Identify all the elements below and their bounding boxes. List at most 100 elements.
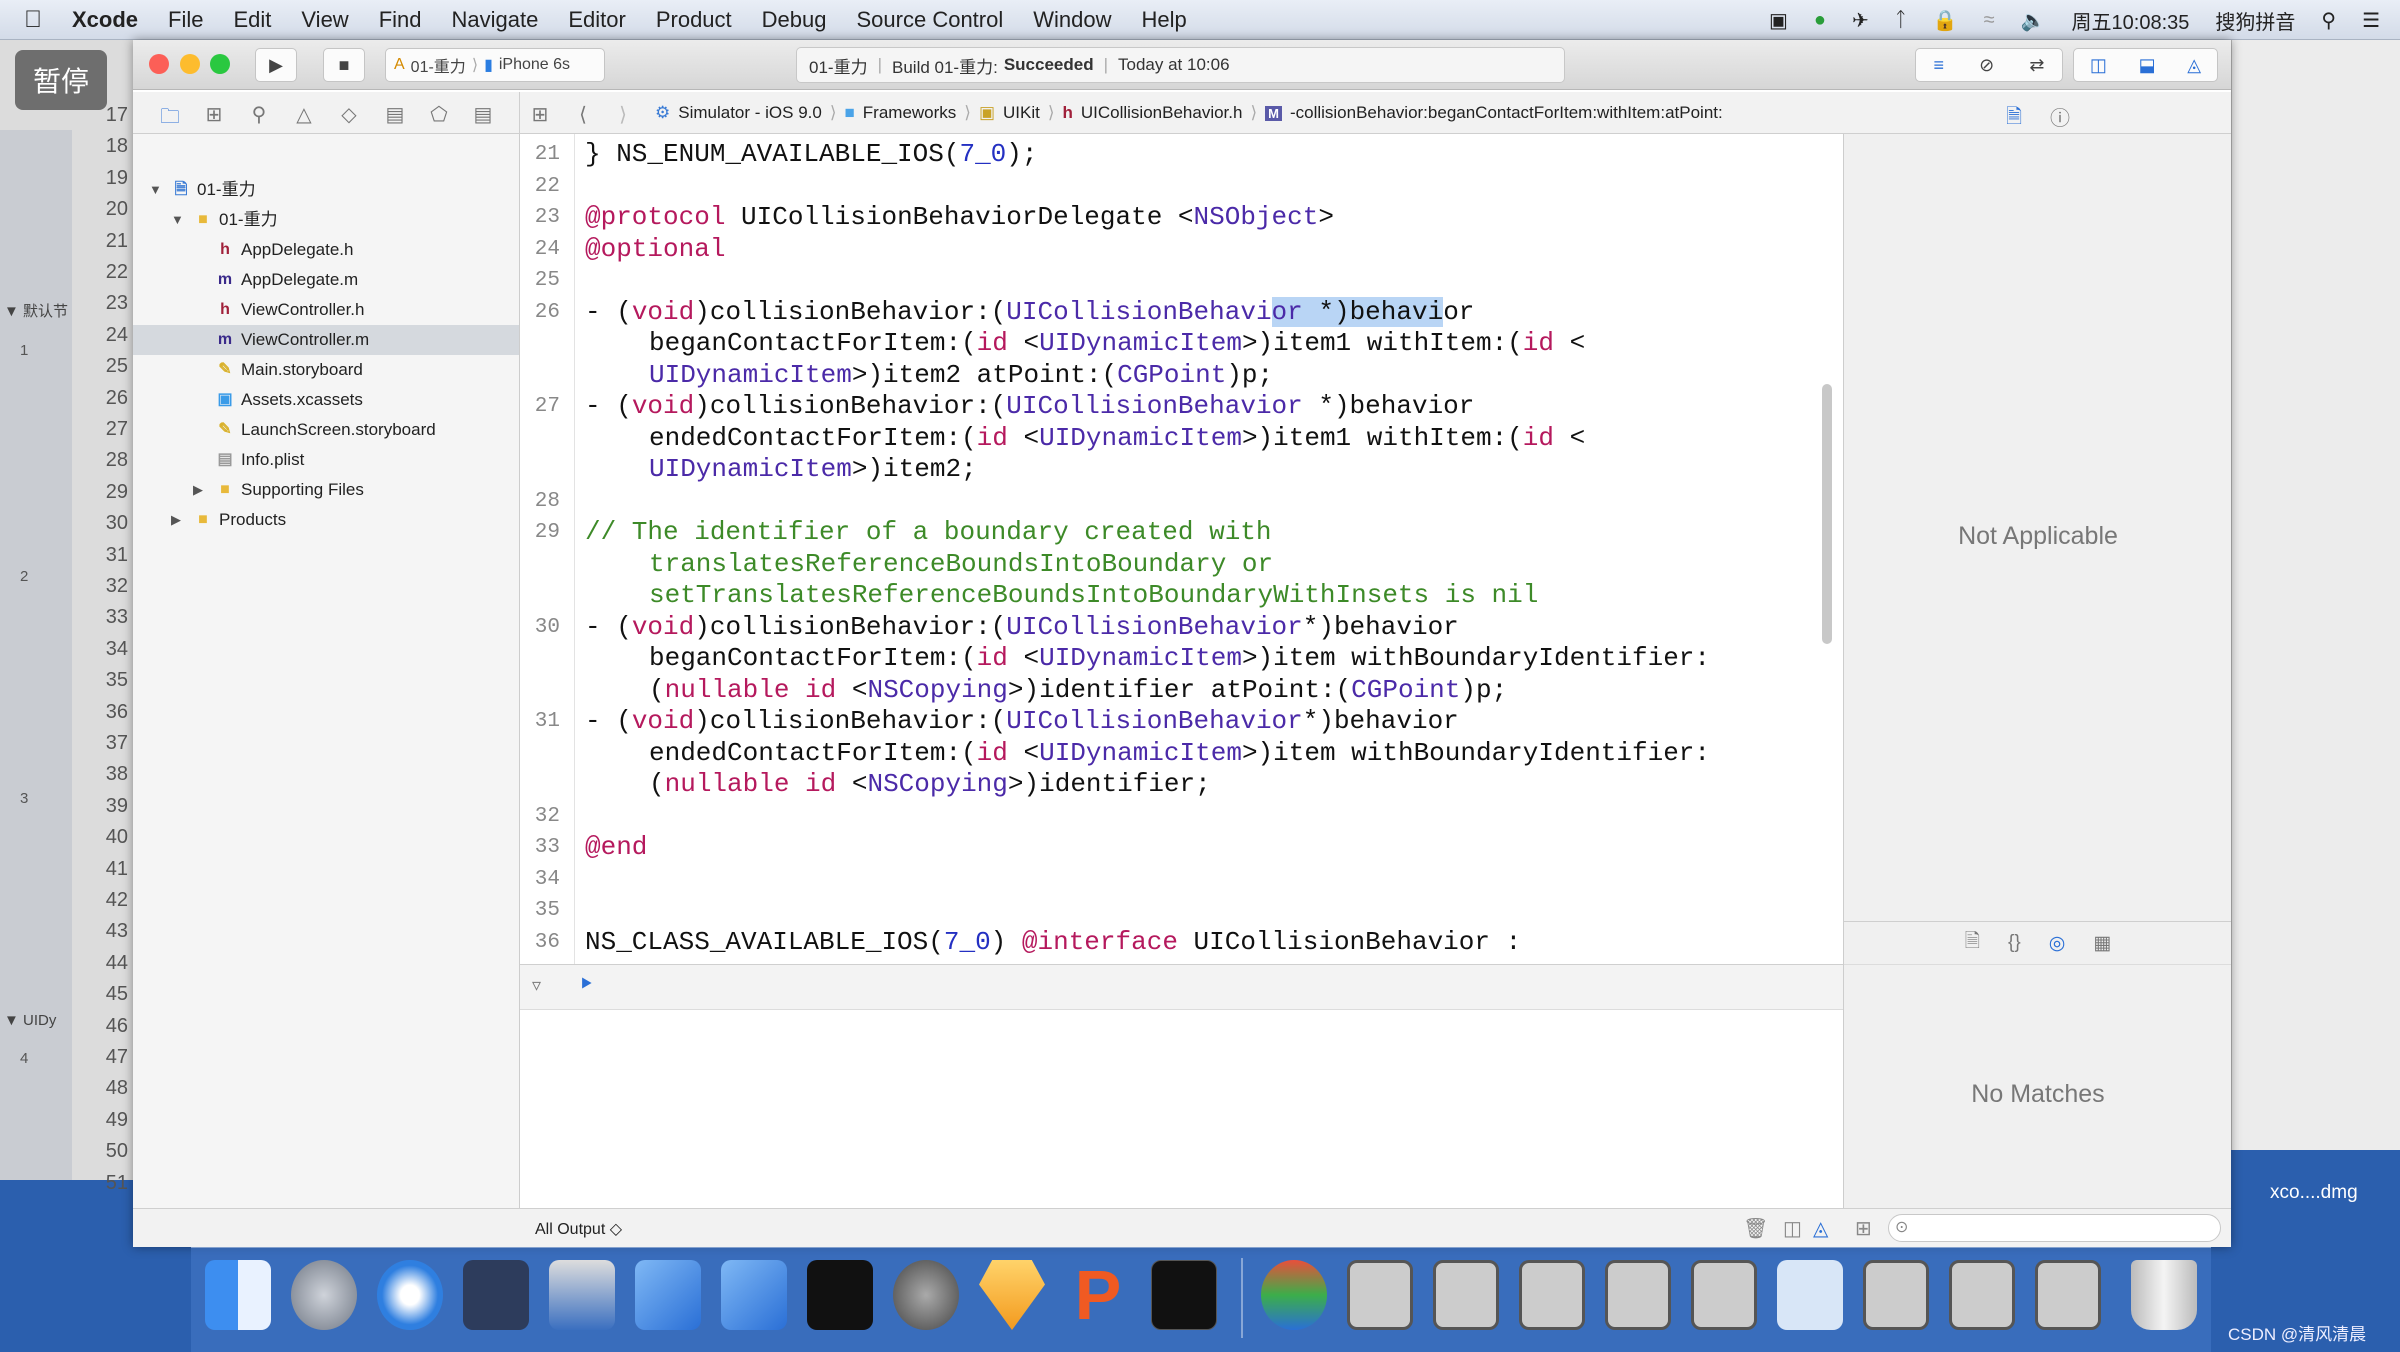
- spotlight-search-icon[interactable]: ⚲: [2321, 8, 2336, 33]
- toggle-navigator-icon[interactable]: ◫: [2090, 55, 2107, 76]
- menu-help[interactable]: Help: [1142, 7, 1187, 33]
- navigator-item[interactable]: ▶ ■ Products: [133, 505, 519, 535]
- menu-edit[interactable]: Edit: [233, 7, 271, 33]
- system-preferences-icon[interactable]: [893, 1260, 959, 1330]
- menu-window[interactable]: Window: [1033, 7, 1111, 33]
- trash-icon[interactable]: [2131, 1260, 2197, 1330]
- menu-navigate[interactable]: Navigate: [452, 7, 539, 33]
- forward-icon[interactable]: ⟩: [610, 102, 636, 127]
- breadcrumb-uikit[interactable]: UIKit: [1003, 103, 1040, 123]
- xcode-icon[interactable]: [635, 1260, 701, 1330]
- menu-editor[interactable]: Editor: [568, 7, 625, 33]
- apple-icon[interactable]: : [24, 6, 42, 34]
- zoom-window-button[interactable]: [210, 54, 230, 74]
- screen-record-icon[interactable]: ▣: [1769, 8, 1788, 33]
- vertical-scrollbar[interactable]: [1822, 384, 1832, 644]
- standard-editor-icon[interactable]: ≡: [1934, 55, 1945, 76]
- hide-debug-area-icon[interactable]: ▿: [532, 975, 541, 996]
- source-editor[interactable]: 21} NS_ENUM_AVAILABLE_IOS(7_0); 22 23 @prot…: [520, 134, 1843, 964]
- debug-navigator-icon[interactable]: ▤: [382, 102, 408, 127]
- mouse-app-icon[interactable]: [463, 1260, 529, 1330]
- photo-app-icon[interactable]: [549, 1260, 615, 1330]
- assistant-editor-icon[interactable]: ⊘: [1979, 55, 1994, 76]
- object-library-icon[interactable]: ◎: [2049, 932, 2066, 955]
- volume-icon[interactable]: 🔈: [2021, 8, 2046, 33]
- navigator-item[interactable]: ▶ ■ Supporting Files: [133, 475, 519, 505]
- pause-overlay[interactable]: 暂停: [15, 50, 107, 110]
- window-thumbnail-icon[interactable]: [1691, 1260, 1757, 1330]
- instruments-icon[interactable]: [721, 1260, 787, 1330]
- media-library-icon[interactable]: ▦: [2093, 932, 2111, 955]
- close-window-button[interactable]: [149, 54, 169, 74]
- find-navigator-icon[interactable]: ⚲: [246, 102, 272, 127]
- file-inspector-icon[interactable]: 🗎: [2001, 102, 2027, 136]
- breadcrumb-frameworks[interactable]: Frameworks: [863, 103, 957, 123]
- navigator-item[interactable]: h AppDelegate.h: [133, 235, 519, 265]
- breadcrumb-file[interactable]: UICollisionBehavior.h: [1081, 103, 1243, 123]
- pages-app-icon[interactable]: P: [1065, 1260, 1131, 1330]
- disclosure-collapsed-icon[interactable]: ▶: [171, 505, 181, 535]
- menu-file[interactable]: File: [168, 7, 203, 33]
- navigator-item[interactable]: m AppDelegate.m: [133, 265, 519, 295]
- run-button[interactable]: ▶: [255, 48, 297, 82]
- window-thumbnail-icon[interactable]: [1347, 1260, 1413, 1330]
- window-thumbnail-icon[interactable]: [1863, 1260, 1929, 1330]
- minimize-window-button[interactable]: [180, 54, 200, 74]
- navigator-item[interactable]: h ViewController.h: [133, 295, 519, 325]
- console-app-icon[interactable]: [1151, 1260, 1217, 1330]
- navigator-item[interactable]: ▣ Assets.xcassets: [133, 385, 519, 415]
- menu-find[interactable]: Find: [379, 7, 422, 33]
- airplane-icon[interactable]: ✈: [1852, 8, 1869, 33]
- project-navigator-icon[interactable]: 🗀: [157, 102, 183, 136]
- window-thumbnail-icon[interactable]: [1949, 1260, 2015, 1330]
- stop-button[interactable]: ■: [323, 48, 365, 82]
- symbol-navigator-icon[interactable]: ⊞: [201, 102, 227, 127]
- desktop-file-label[interactable]: xco....dmg: [2270, 1182, 2358, 1204]
- navigator-item[interactable]: ▼ ■ 01-重力: [133, 205, 519, 235]
- navigator-item[interactable]: ▤ Info.plist: [133, 445, 519, 475]
- variables-view-icon[interactable]: ◫: [1783, 1216, 1802, 1241]
- menu-product[interactable]: Product: [656, 7, 732, 33]
- safari-icon[interactable]: [377, 1260, 443, 1330]
- grid-view-icon[interactable]: ⊞: [1855, 1216, 1872, 1241]
- console-view-icon[interactable]: ◬: [1813, 1216, 1828, 1241]
- finder-icon[interactable]: [205, 1260, 271, 1330]
- disclosure-expanded-icon[interactable]: ▼: [149, 175, 162, 205]
- breadcrumb-method[interactable]: -collisionBehavior:beganContactForItem:w…: [1290, 103, 1723, 123]
- menu-source-control[interactable]: Source Control: [857, 7, 1004, 33]
- notification-center-icon[interactable]: ☰: [2362, 8, 2380, 33]
- menu-view[interactable]: View: [301, 7, 348, 33]
- bluetooth-icon[interactable]: ᛏ: [1895, 9, 1907, 32]
- scheme-selector[interactable]: A 01-重力 ⟩ ▮ iPhone 6s: [385, 48, 605, 82]
- console-output[interactable]: [520, 1010, 1843, 1208]
- menu-xcode[interactable]: Xcode: [72, 7, 138, 33]
- menu-debug[interactable]: Debug: [762, 7, 827, 33]
- toggle-utilities-icon[interactable]: ◬: [2187, 55, 2201, 76]
- disclosure-collapsed-icon[interactable]: ▶: [193, 475, 203, 505]
- toggle-debug-area-icon[interactable]: ⬓: [2139, 55, 2156, 76]
- launchpad-icon[interactable]: [291, 1260, 357, 1330]
- navigator-item[interactable]: m ViewController.m: [133, 325, 519, 355]
- trash-icon[interactable]: 🗑: [1743, 1216, 1768, 1241]
- code-snippet-library-icon[interactable]: {}: [2008, 932, 2021, 954]
- report-navigator-icon[interactable]: ▤: [470, 102, 496, 127]
- disclosure-expanded-icon[interactable]: ▼: [171, 205, 184, 235]
- window-thumbnail-icon[interactable]: [1433, 1260, 1499, 1330]
- version-editor-icon[interactable]: ⇄: [2029, 55, 2044, 76]
- window-thumbnail-icon[interactable]: [1605, 1260, 1671, 1330]
- window-thumbnail-icon[interactable]: [1777, 1260, 1843, 1330]
- breadcrumb-simulator[interactable]: Simulator - iOS 9.0: [678, 103, 822, 123]
- library-filter-input[interactable]: ⊙: [1888, 1214, 2221, 1242]
- back-icon[interactable]: ⟨: [570, 102, 596, 127]
- breakpoint-navigator-icon[interactable]: ⬠: [426, 102, 452, 127]
- window-thumbnail-icon[interactable]: [2035, 1260, 2101, 1330]
- clock[interactable]: 周五10:08:35: [2072, 6, 2190, 35]
- terminal-icon[interactable]: [807, 1260, 873, 1330]
- window-thumbnail-icon[interactable]: [1519, 1260, 1585, 1330]
- wifi-icon[interactable]: ≈: [1984, 9, 1995, 32]
- related-items-icon[interactable]: ⊞: [527, 102, 553, 127]
- sketch-icon[interactable]: [979, 1260, 1045, 1330]
- app-status-icon[interactable]: ●: [1814, 9, 1826, 32]
- navigator-item[interactable]: ✎ LaunchScreen.storyboard: [133, 415, 519, 445]
- quicktime-icon[interactable]: [1261, 1260, 1327, 1330]
